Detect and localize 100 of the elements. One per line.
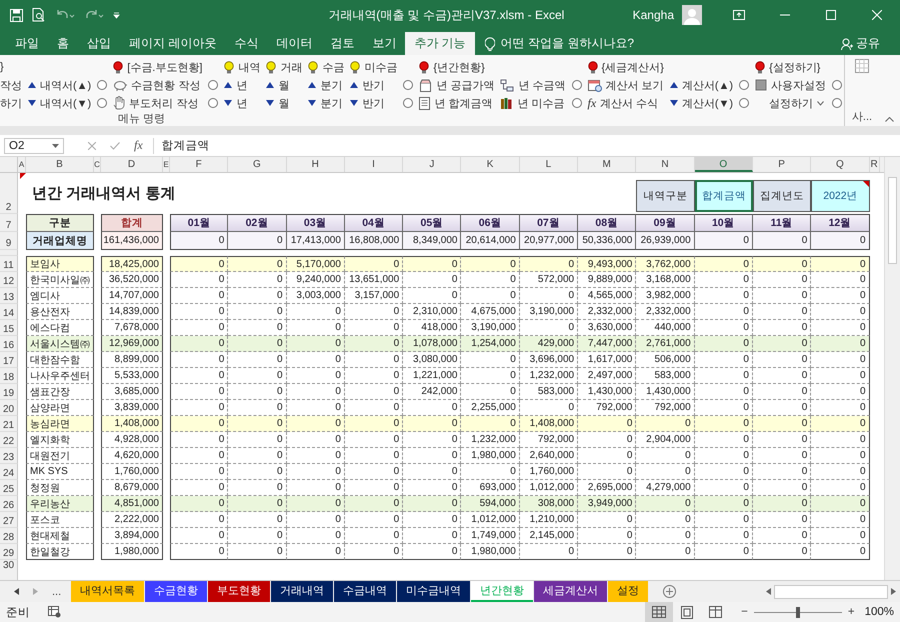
row-header[interactable]: 24 [0,464,18,480]
save-icon[interactable] [10,8,23,22]
add-sheet-icon[interactable] [663,585,676,598]
ribbon-tab[interactable]: 삽입 [78,32,120,55]
column-header[interactable]: J [403,157,462,172]
row-header[interactable]: 21 [0,416,18,432]
sheet-tab[interactable]: 세금계산서 [534,581,608,602]
ribbon-button[interactable]: fx 계산서 수식 [588,94,658,112]
row-header[interactable]: 16 [0,336,18,352]
radio-button[interactable] [97,80,108,90]
radio-button[interactable] [572,98,582,108]
row-header[interactable]: 29 [0,544,18,560]
ribbon-button[interactable]: 내역서(▼) [28,94,92,112]
column-header[interactable]: L [520,157,578,172]
grid-icon[interactable] [855,59,869,73]
row-header[interactable]: 25 [0,480,18,496]
ribbon-tab[interactable]: 검토 [321,32,364,55]
ribbon-button[interactable]: 년 수금액 [500,76,566,94]
ribbon-button[interactable]: 반기 [350,76,384,94]
ribbon-tab[interactable]: 파일 [6,32,48,55]
row-header[interactable]: 26 [0,496,18,512]
view-button[interactable] [645,602,674,622]
column-header[interactable]: A [18,157,26,172]
ribbon-button[interactable]: 계산서 보기 [588,76,664,94]
label-cell[interactable]: 내역구분 [636,180,695,212]
share-button[interactable]: 공유 [835,32,886,55]
row-header[interactable]: 7 [0,214,18,232]
row-header[interactable]: 19 [0,384,18,400]
name-box[interactable]: O2 [4,138,64,154]
radio-button[interactable] [832,98,842,108]
column-header[interactable]: B [26,157,94,172]
column-header[interactable]: F [170,157,228,172]
zoom-out-button[interactable]: − [739,606,750,618]
row-header[interactable]: 18 [0,368,18,384]
radio-button[interactable] [572,80,582,90]
print-preview-icon[interactable] [32,8,46,22]
radio-button[interactable] [208,80,218,90]
column-header[interactable]: C [94,157,101,172]
ribbon-tab[interactable]: 보기 [363,32,406,55]
ribbon-tab[interactable]: 데이터 [267,32,322,55]
customize-icon[interactable] [113,12,120,18]
more-sheets-button[interactable]: ... [52,586,62,598]
ribbon-button[interactable]: 월 [266,94,290,112]
row-header[interactable]: 14 [0,304,18,320]
column-header[interactable]: E [163,157,170,172]
row-header[interactable]: 9 [0,232,18,250]
ribbon-button[interactable]: 년 [224,94,248,112]
column-header[interactable]: I [344,157,404,172]
ribbon-button[interactable]: 분기 [308,94,342,112]
radio-button[interactable] [97,98,108,108]
vertical-scrollbar[interactable] [884,157,900,580]
column-header[interactable]: P [752,157,812,172]
row-header[interactable]: 22 [0,432,18,448]
sheet-tab[interactable]: 거래내역 [271,581,334,602]
radio-button[interactable] [403,80,414,90]
ribbon-tab[interactable]: 페이지 레이아웃 [120,32,226,55]
column-header[interactable]: M [578,157,636,172]
ribbon-button[interactable]: 반기 [350,94,384,112]
radio-button[interactable] [208,98,218,108]
ribbon-button[interactable]: 하기 [0,94,22,112]
scroll-left-icon[interactable] [14,588,19,595]
slider-thumb[interactable] [796,606,800,618]
row-header[interactable]: 28 [0,528,18,544]
ribbon-tab[interactable]: 홈 [48,32,78,55]
ribbon-button[interactable]: 수금현황 작성 [113,76,200,94]
column-header[interactable]: D [101,157,163,172]
radio-button[interactable] [739,80,750,90]
column-header[interactable]: O [694,157,753,172]
sheet-tab[interactable]: 수금현황 [145,581,208,602]
redo-icon[interactable] [84,9,104,21]
row-header[interactable]: 11 [0,256,18,272]
value-cell[interactable]: 2022년 [811,180,870,212]
row-header[interactable]: 15 [0,320,18,336]
ribbon-button[interactable]: 년 [224,76,248,94]
column-header[interactable]: R [870,157,880,172]
ribbon-button[interactable]: 분기 [308,76,342,94]
row-header[interactable]: 23 [0,448,18,464]
sheet-tab[interactable]: 설정 [608,581,648,602]
ribbon-button[interactable]: 사용자설정 [755,76,826,94]
zoom-in-button[interactable]: + [846,606,857,618]
ribbon-button[interactable]: 년 공급가액 [419,76,494,94]
column-header[interactable]: G [228,157,287,172]
row-header[interactable]: 12 [0,272,18,288]
radio-button[interactable] [739,98,750,108]
value-cell[interactable]: 합계금액 [694,180,753,212]
ribbon-button[interactable]: 계산서(▲) [670,76,734,94]
collapse-ribbon-icon[interactable] [885,117,894,122]
radio-button[interactable] [403,98,414,108]
ribbon-button[interactable]: 계산서(▼) [670,94,734,112]
scroll-right-icon[interactable] [890,588,896,595]
cancel-icon[interactable] [88,142,96,150]
column-header[interactable]: Q [811,157,870,172]
ribbon-tab[interactable]: 추가 기능 [405,32,475,55]
sheet-tab[interactable]: 부도현황 [208,581,270,602]
ribbon-dropdown[interactable]: 설정하기 [755,94,824,112]
radio-button[interactable] [832,80,842,90]
row-header[interactable]: 13 [0,288,18,304]
formula-field[interactable]: 합계금액 [152,138,900,154]
sheet-tab[interactable]: 내역서목록 [71,581,144,602]
tell-me-field[interactable]: 어떤 작업을 원하시나요? [474,32,634,55]
